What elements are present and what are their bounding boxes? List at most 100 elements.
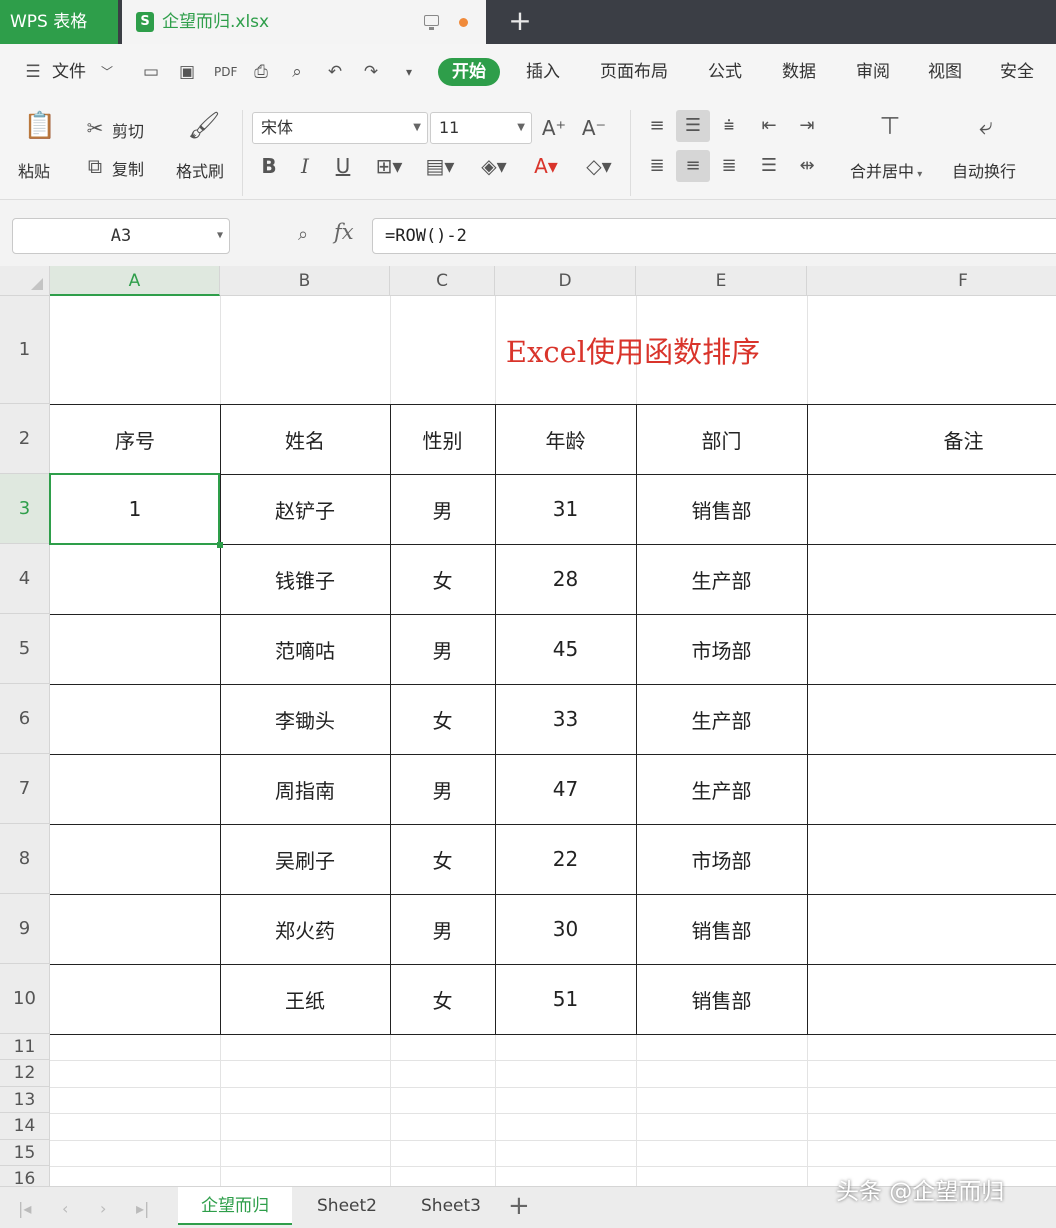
- wrap-text-button[interactable]: 自动换行: [952, 158, 1016, 182]
- table-cell[interactable]: 销售部: [636, 894, 807, 964]
- align-top-icon[interactable]: ≡: [640, 110, 674, 142]
- row-header-7[interactable]: 7: [0, 754, 50, 824]
- table-cell[interactable]: 男: [390, 894, 495, 964]
- table-cell[interactable]: 赵铲子: [220, 474, 390, 544]
- clear-format-icon[interactable]: ◇▾: [578, 154, 620, 178]
- tab-review[interactable]: 审阅: [856, 58, 890, 86]
- table-cell[interactable]: 生产部: [636, 684, 807, 754]
- table-cell[interactable]: [807, 964, 1056, 1034]
- wrap-text-icon[interactable]: ⤶: [968, 114, 1004, 138]
- tab-data[interactable]: 数据: [782, 58, 816, 86]
- row-header-2[interactable]: 2: [0, 404, 50, 474]
- table-cell[interactable]: 男: [390, 754, 495, 824]
- column-header-e[interactable]: E: [636, 266, 807, 296]
- tab-page-layout[interactable]: 页面布局: [600, 58, 668, 86]
- font-color-icon[interactable]: A▾: [526, 154, 566, 178]
- align-right-icon[interactable]: ≣: [712, 150, 746, 182]
- table-cell[interactable]: 郑火药: [220, 894, 390, 964]
- fx-icon[interactable]: fx: [334, 220, 354, 244]
- next-sheet-icon[interactable]: ›: [100, 1199, 106, 1218]
- table-cell[interactable]: [807, 894, 1056, 964]
- table-cell[interactable]: 生产部: [636, 544, 807, 614]
- merge-center-button[interactable]: 合并居中 ▾: [850, 158, 922, 182]
- table-cell[interactable]: [50, 614, 220, 684]
- row-header-8[interactable]: 8: [0, 824, 50, 894]
- save-icon[interactable]: ▣: [176, 62, 198, 82]
- justify-icon[interactable]: ☰: [752, 150, 786, 182]
- table-cell[interactable]: 王纸: [220, 964, 390, 1034]
- table-cell[interactable]: 范嘀咕: [220, 614, 390, 684]
- tab-security[interactable]: 安全: [1000, 58, 1034, 86]
- table-cell[interactable]: [50, 754, 220, 824]
- table-cell[interactable]: 30: [495, 894, 636, 964]
- zoom-icon[interactable]: ⌕: [298, 224, 320, 246]
- align-bottom-icon[interactable]: ⩧: [712, 110, 746, 142]
- column-header-c[interactable]: C: [390, 266, 495, 296]
- row-header-1[interactable]: 1: [0, 296, 50, 404]
- merge-cells-icon[interactable]: ⊤: [872, 114, 908, 138]
- print-icon[interactable]: ⎙: [250, 62, 272, 82]
- align-left-icon[interactable]: ≣: [640, 150, 674, 182]
- prev-sheet-icon[interactable]: ‹: [62, 1199, 68, 1218]
- increase-font-icon[interactable]: A⁺: [540, 116, 568, 140]
- cut-button[interactable]: 剪切: [112, 118, 144, 142]
- redo-icon[interactable]: ↷: [360, 62, 382, 82]
- first-sheet-icon[interactable]: |◂: [18, 1199, 31, 1218]
- table-cell[interactable]: [807, 474, 1056, 544]
- column-header-b[interactable]: B: [220, 266, 390, 296]
- row-header-12[interactable]: 12: [0, 1060, 50, 1087]
- row-header-13[interactable]: 13: [0, 1087, 50, 1113]
- more-chevron-icon[interactable]: ▾: [398, 62, 420, 82]
- header-cell[interactable]: 备注: [807, 404, 1056, 474]
- undo-icon[interactable]: ↶: [324, 62, 346, 82]
- paste-icon[interactable]: 📋: [22, 113, 58, 139]
- header-cell[interactable]: 性别: [390, 404, 495, 474]
- row-header-4[interactable]: 4: [0, 544, 50, 614]
- last-sheet-icon[interactable]: ▸|: [136, 1199, 149, 1218]
- table-cell[interactable]: [50, 544, 220, 614]
- decrease-indent-icon[interactable]: ⇤: [752, 110, 786, 142]
- table-cell[interactable]: 销售部: [636, 964, 807, 1034]
- decrease-font-icon[interactable]: A⁻: [580, 116, 608, 140]
- increase-indent-icon[interactable]: ⇥: [790, 110, 824, 142]
- table-cell[interactable]: 钱锥子: [220, 544, 390, 614]
- row-header-5[interactable]: 5: [0, 614, 50, 684]
- row-header-10[interactable]: 10: [0, 964, 50, 1034]
- table-cell[interactable]: 28: [495, 544, 636, 614]
- table-cell[interactable]: [807, 754, 1056, 824]
- sheet-title-cell[interactable]: Excel使用函数排序: [50, 296, 1056, 404]
- table-cell[interactable]: 生产部: [636, 754, 807, 824]
- table-cell[interactable]: [807, 544, 1056, 614]
- table-cell[interactable]: 女: [390, 544, 495, 614]
- table-cell[interactable]: 吴刷子: [220, 824, 390, 894]
- table-cell[interactable]: 47: [495, 754, 636, 824]
- file-menu[interactable]: 文件: [52, 58, 86, 86]
- table-cell[interactable]: [50, 824, 220, 894]
- table-cell[interactable]: 33: [495, 684, 636, 754]
- add-sheet-button[interactable]: +: [508, 1189, 530, 1223]
- tab-view[interactable]: 视图: [928, 58, 962, 86]
- row-header-11[interactable]: 11: [0, 1034, 50, 1060]
- table-cell[interactable]: 女: [390, 684, 495, 754]
- table-cell[interactable]: 市场部: [636, 824, 807, 894]
- open-folder-icon[interactable]: ▭: [140, 62, 162, 82]
- document-tab[interactable]: S 企望而归.xlsx: [122, 0, 486, 44]
- align-center-icon[interactable]: ≡: [676, 150, 710, 182]
- cell-style-icon[interactable]: ▤▾: [420, 154, 460, 178]
- column-header-f[interactable]: F: [807, 266, 1056, 296]
- print-preview-icon[interactable]: ⌕: [286, 62, 308, 82]
- table-cell[interactable]: [807, 684, 1056, 754]
- table-cell[interactable]: 22: [495, 824, 636, 894]
- row-header-14[interactable]: 14: [0, 1113, 50, 1140]
- borders-icon[interactable]: ⊞▾: [370, 154, 408, 178]
- wps-app-tab[interactable]: WPS 表格: [0, 0, 118, 44]
- table-cell[interactable]: 男: [390, 474, 495, 544]
- table-cell[interactable]: [50, 684, 220, 754]
- copy-button[interactable]: 复制: [112, 156, 144, 180]
- table-cell[interactable]: [807, 614, 1056, 684]
- sheet-tab-qiwangergui[interactable]: 企望而归: [178, 1187, 292, 1225]
- table-cell[interactable]: [807, 824, 1056, 894]
- sheet-tab-sheet2[interactable]: Sheet2: [296, 1187, 398, 1225]
- distributed-align-icon[interactable]: ⇹: [790, 150, 824, 182]
- table-cell[interactable]: [50, 964, 220, 1034]
